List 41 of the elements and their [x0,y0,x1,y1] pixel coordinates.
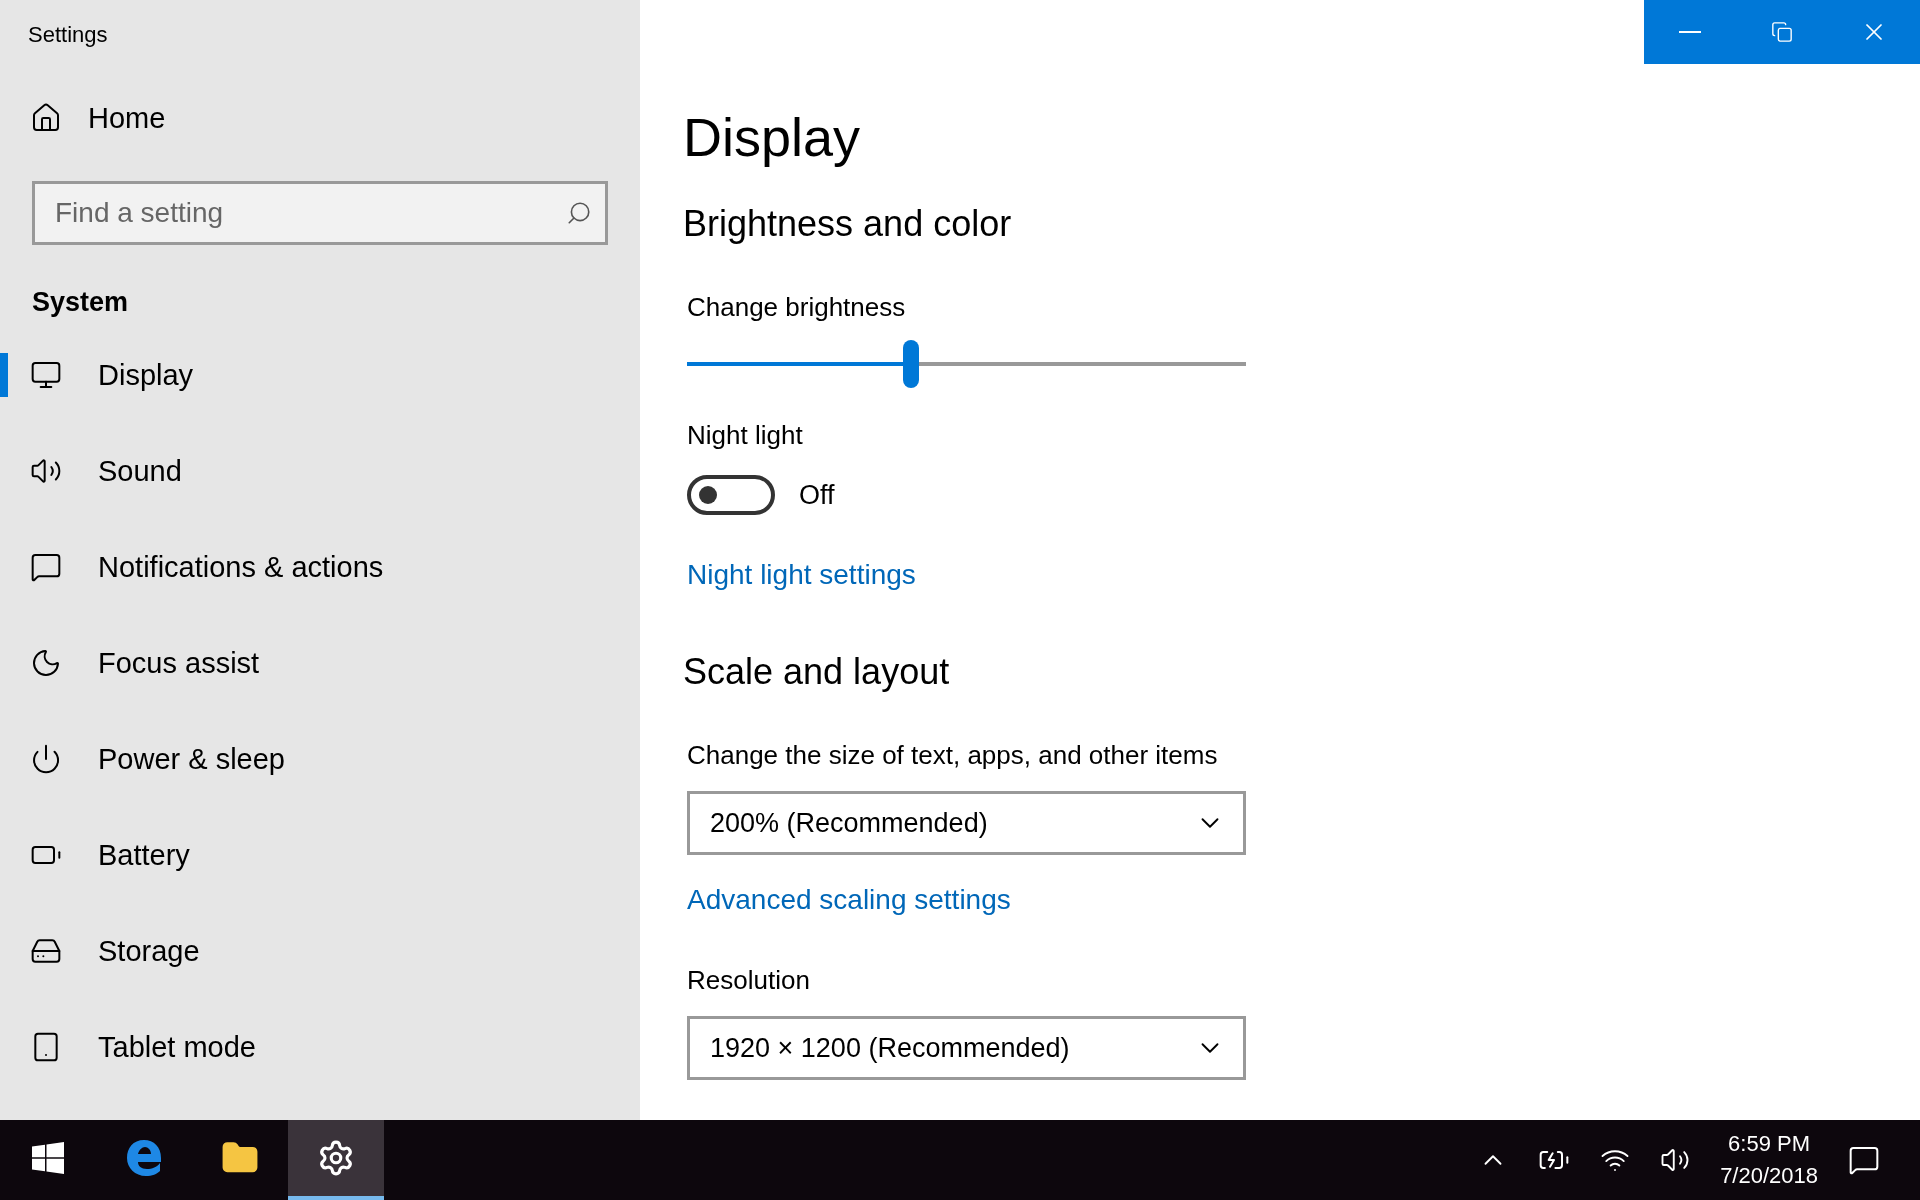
home-icon [30,102,62,134]
toggle-label: Night light [687,418,804,452]
nav-item[interactable]: Tablet mode [0,999,640,1095]
settings-link[interactable]: Night light settings [687,558,916,592]
minimize-icon [1679,31,1701,33]
notification-icon[interactable] [1848,1144,1880,1176]
nav-item[interactable]: Storage [0,903,640,999]
toggle-switch[interactable] [687,475,775,515]
restore-icon [1771,21,1793,43]
page-title: Display [683,106,862,169]
section-heading: Brightness and color [683,202,1013,246]
nav-item[interactable]: Display [0,327,640,423]
search-icon [566,200,592,226]
home-nav-item[interactable]: Home [30,90,166,146]
nav-item[interactable]: Focus assist [0,615,640,711]
slider-label: Change brightness [687,290,907,324]
brightness-slider[interactable] [687,340,1246,388]
section-title: System [31,286,130,319]
toggle-state: Off [799,479,835,511]
dropdown[interactable]: 1920 × 1200 (Recommended) [687,1016,1246,1080]
window-title: Settings [27,21,109,49]
nav-icon [30,551,62,583]
search-field[interactable]: Find a setting [32,181,608,245]
nav-icon [30,359,62,391]
nav-icon [30,647,62,679]
dropdown-label: Resolution [687,963,811,997]
browser-icon [125,1138,163,1178]
dropdown[interactable]: 200% (Recommended) [687,791,1246,855]
nav-item[interactable]: Notifications & actions [0,519,640,615]
nav-item[interactable]: Power & sleep [0,711,640,807]
nav-icon [30,743,62,775]
nav-item[interactable]: Sound [0,423,640,519]
dropdown-label: Change the size of text, apps, and other items [687,738,1219,772]
settings-link[interactable]: Advanced scaling settings [687,883,1011,917]
nav-item[interactable]: Battery [0,807,640,903]
windows-logo-icon [32,1142,64,1174]
settings-icon [317,1139,355,1177]
clock[interactable]: 6:59 PM 7/20/2018 [1720,1131,1818,1189]
section-heading: Scale and layout [683,650,951,694]
settings-button[interactable] [288,1120,384,1200]
slider-thumb[interactable] [902,340,919,388]
